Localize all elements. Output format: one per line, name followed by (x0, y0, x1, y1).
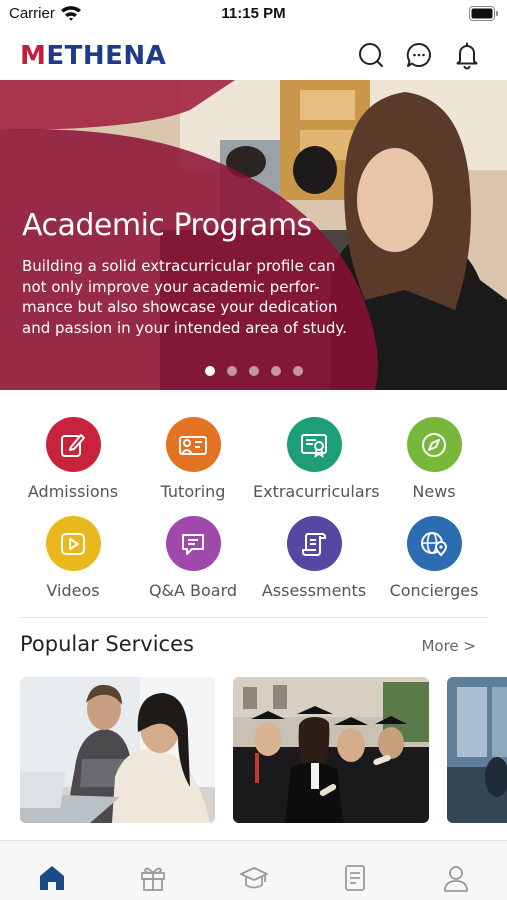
service-card[interactable] (447, 677, 507, 823)
battery-icon (469, 6, 498, 21)
category-label: Concierges (389, 581, 479, 600)
message-icon (182, 533, 204, 555)
carousel-dot[interactable] (205, 366, 215, 376)
scroll-icon (302, 532, 326, 556)
assessments-circle (286, 516, 342, 571)
category-label: Extracurriculars (253, 482, 380, 501)
service-image (20, 677, 215, 823)
search-icon[interactable] (356, 40, 386, 70)
admissions-circle (45, 417, 101, 472)
category-news[interactable]: News (373, 417, 495, 501)
bottom-tab-bar (0, 840, 507, 900)
carousel-dot[interactable] (271, 366, 281, 376)
category-label: Q&A Board (148, 581, 238, 600)
qa-board-circle (165, 516, 221, 571)
category-label: Videos (46, 581, 100, 600)
graduation-cap-icon[interactable] (239, 863, 269, 893)
logo-text: M (20, 41, 47, 71)
bell-icon[interactable] (452, 40, 482, 70)
app-header: METHENA (0, 30, 507, 80)
category-label: Assessments (261, 581, 367, 600)
service-card[interactable] (20, 677, 215, 823)
category-concierges[interactable]: Concierges (373, 516, 495, 600)
edit-icon (61, 433, 85, 457)
category-label: News (412, 482, 456, 501)
hero-title: Academic Programs (22, 208, 312, 243)
concierges-circle (406, 516, 462, 571)
section-divider (20, 617, 487, 618)
tutoring-circle (165, 417, 221, 472)
certificate-icon (301, 433, 327, 458)
service-image (233, 677, 429, 823)
hero-banner[interactable]: Academic Programs Building a solid extra… (0, 80, 507, 390)
logo-text-rest: ETHENA (46, 41, 167, 71)
category-label: Admissions (27, 482, 119, 501)
carousel-dot[interactable] (249, 366, 259, 376)
category-assessments[interactable]: Assessments (253, 516, 375, 600)
clock: 11:15 PM (221, 5, 286, 22)
category-tutoring[interactable]: Tutoring (132, 417, 254, 501)
gift-icon[interactable] (138, 863, 168, 893)
videos-circle (45, 516, 101, 571)
service-image (447, 677, 507, 823)
category-qa-board[interactable]: Q&A Board (132, 516, 254, 600)
service-card[interactable] (233, 677, 429, 823)
user-icon[interactable] (441, 863, 471, 893)
tutor-icon (179, 435, 207, 455)
play-icon (61, 532, 85, 555)
category-admissions[interactable]: Admissions (12, 417, 134, 501)
category-extracurriculars[interactable]: Extracurriculars (253, 417, 380, 501)
extracurriculars-circle (286, 417, 342, 472)
home-icon[interactable] (37, 863, 67, 893)
notebook-icon[interactable] (340, 863, 370, 893)
chat-icon[interactable] (404, 40, 434, 70)
status-bar: Carrier 11:15 PM (0, 0, 507, 30)
compass-icon (422, 432, 446, 457)
carousel-indicator[interactable] (205, 366, 303, 376)
section-title: Popular Services (20, 632, 194, 656)
category-videos[interactable]: Videos (12, 516, 134, 600)
globe-pin-icon (421, 531, 448, 556)
category-label: Tutoring (160, 482, 226, 501)
carousel-dot[interactable] (227, 366, 237, 376)
methena-logo[interactable]: METHENA (20, 41, 166, 71)
carousel-dot[interactable] (293, 366, 303, 376)
hero-description: Building a solid extracurricular profile… (22, 257, 347, 337)
more-link[interactable]: More > (421, 637, 476, 655)
news-circle (406, 417, 462, 472)
